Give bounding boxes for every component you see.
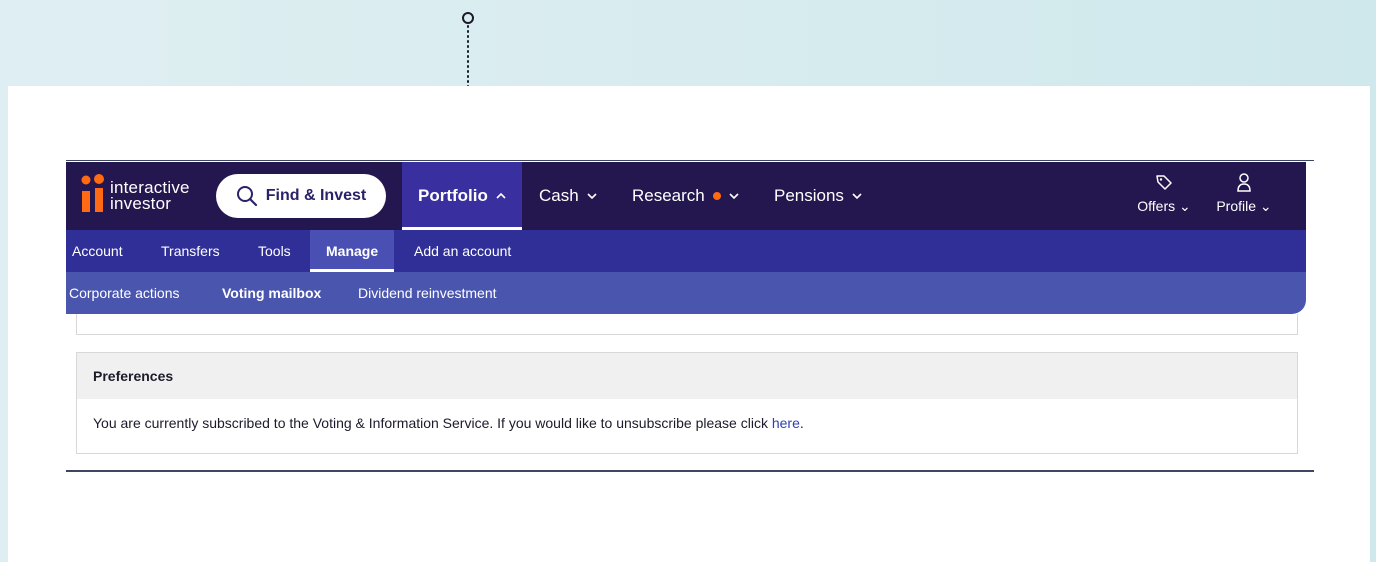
manage-sub-navigation: Corporate actions Voting mailbox Dividen… xyxy=(66,272,1306,314)
nav-cash-label: Cash xyxy=(539,186,579,205)
tab-voting-mailbox-label: Voting mailbox xyxy=(222,285,322,301)
preferences-text: You are currently subscribed to the Voti… xyxy=(93,415,772,431)
tab-corporate-actions-label: Corporate actions xyxy=(69,285,180,301)
offers-label: Offers xyxy=(1137,198,1176,214)
tab-tools[interactable]: Tools xyxy=(258,230,291,272)
previous-panel-edge xyxy=(76,314,1298,335)
preferences-heading: Preferences xyxy=(77,353,1297,399)
tab-tools-label: Tools xyxy=(258,243,291,259)
nav-pensions[interactable]: Pensions xyxy=(774,162,862,230)
find-and-invest-label: Find & Invest xyxy=(265,187,367,204)
tab-account[interactable]: Account xyxy=(72,230,123,272)
top-divider xyxy=(66,160,1314,161)
chevron-down-icon xyxy=(852,193,862,200)
preferences-suffix: . xyxy=(799,415,804,431)
user-icon xyxy=(1237,173,1251,192)
nav-research-label: Research xyxy=(632,186,705,205)
preferences-message: You are currently subscribed to the Voti… xyxy=(77,399,1297,447)
preferences-panel: Preferences You are currently subscribed… xyxy=(76,352,1298,454)
nav-portfolio-label: Portfolio xyxy=(418,186,488,205)
portfolio-sub-navigation: Account Transfers Tools Manage Add an ac… xyxy=(66,230,1306,272)
notification-dot xyxy=(712,192,721,200)
tab-add-an-account-label: Add an account xyxy=(414,243,512,259)
chevron-down-icon: ⌄ xyxy=(1259,198,1272,214)
main-navigation: interactive investor Find & Invest Portf… xyxy=(66,162,1306,230)
profile-label: Profile xyxy=(1216,198,1257,214)
interactive-investor-logo[interactable]: interactive investor xyxy=(80,174,210,218)
nav-portfolio[interactable]: Portfolio xyxy=(402,162,522,230)
tab-voting-mailbox[interactable]: Voting mailbox xyxy=(222,272,321,314)
tab-transfers-label: Transfers xyxy=(161,243,220,259)
chevron-down-icon xyxy=(587,193,597,200)
nav-cash[interactable]: Cash xyxy=(539,162,597,230)
profile-button[interactable]: Profile ⌄ xyxy=(1214,172,1274,215)
tab-account-label: Account xyxy=(72,243,123,259)
chevron-up-icon xyxy=(496,192,506,199)
logo-mark-icon xyxy=(81,174,104,212)
unsubscribe-link[interactable]: here xyxy=(772,415,800,431)
find-and-invest-button[interactable]: Find & Invest xyxy=(216,174,386,218)
tab-manage-label: Manage xyxy=(326,243,379,259)
chevron-down-icon xyxy=(729,193,739,200)
tag-icon xyxy=(1156,175,1172,190)
nav-research[interactable]: Research xyxy=(632,162,739,230)
tab-transfers[interactable]: Transfers xyxy=(161,230,220,272)
tab-corporate-actions[interactable]: Corporate actions xyxy=(69,272,180,314)
nav-pensions-label: Pensions xyxy=(774,186,844,205)
tab-dividend-reinvestment-label: Dividend reinvestment xyxy=(358,285,497,301)
bottom-divider xyxy=(66,470,1314,472)
tab-add-an-account[interactable]: Add an account xyxy=(414,230,511,272)
chevron-down-icon: ⌄ xyxy=(1179,198,1191,214)
logo-text: interactive investor xyxy=(110,178,190,213)
tab-dividend-reinvestment[interactable]: Dividend reinvestment xyxy=(358,272,497,314)
search-icon xyxy=(236,186,257,207)
tab-manage[interactable]: Manage xyxy=(310,230,395,272)
offers-button[interactable]: Offers ⌄ xyxy=(1134,172,1194,215)
